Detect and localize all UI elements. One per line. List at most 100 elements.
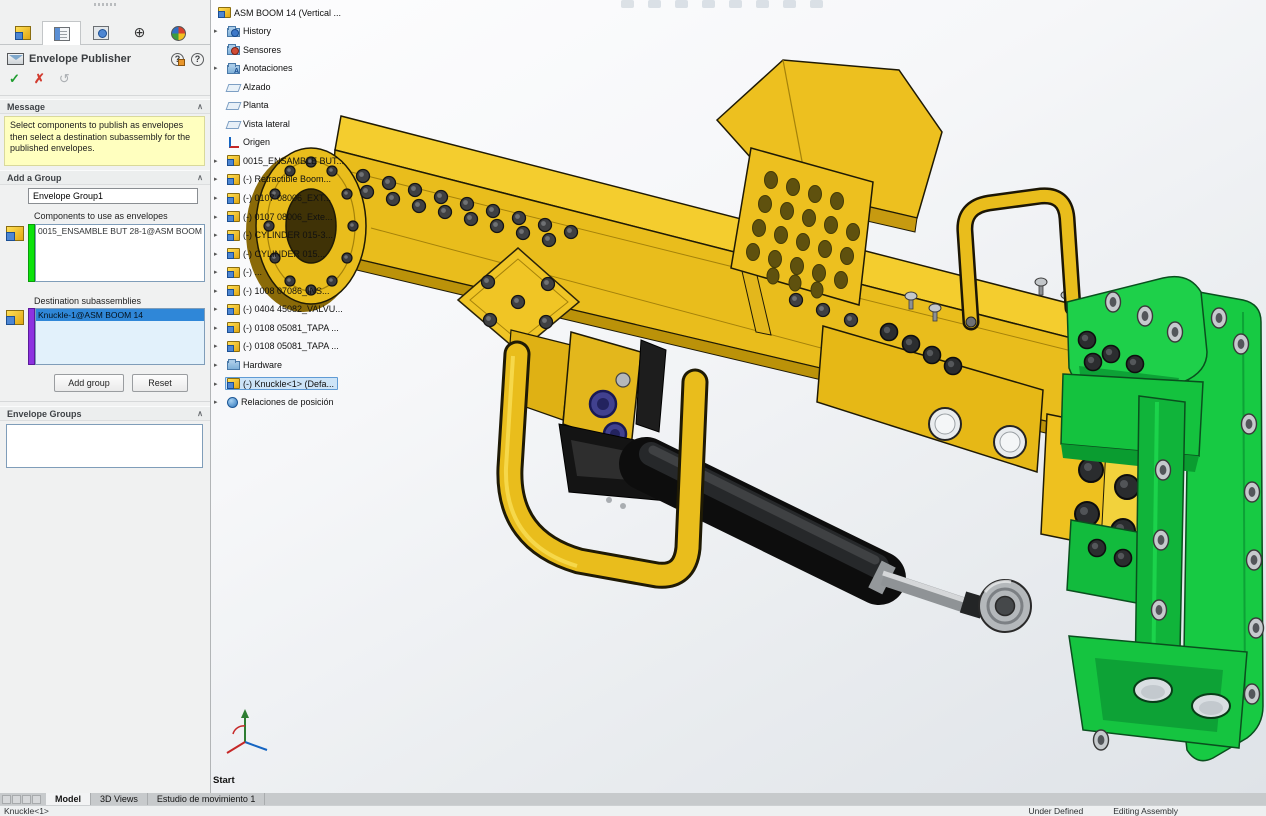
expand-arrow-icon[interactable]: ▸: [214, 380, 225, 388]
tree-item[interactable]: ▸ (-) Knuckle<1> (Defa...: [214, 375, 338, 392]
pm-title-row: Envelope Publisher ? ?: [7, 51, 204, 67]
message-box: Select components to publish as envelope…: [4, 116, 205, 166]
envelope-publisher-icon: [7, 53, 24, 65]
folder-icon: [227, 361, 240, 370]
expand-arrow-icon[interactable]: ▸: [214, 305, 225, 313]
assembly-icon: [227, 174, 240, 185]
assembly-icon: [227, 304, 240, 315]
tab-motion-study[interactable]: Estudio de movimiento 1: [148, 793, 266, 805]
dimxpertmanager-tab[interactable]: ⊕: [120, 21, 159, 44]
tree-item-label: (-) 0107 08006_EXT...: [243, 193, 331, 203]
tab-scroll-icon[interactable]: [32, 795, 41, 804]
list-item[interactable]: 0015_ENSAMBLE BUT 28-1@ASM BOOM 14: [36, 225, 204, 237]
assembly-icon: [227, 285, 240, 296]
envelope-groups-section-header[interactable]: Envelope Groups ∧: [0, 406, 210, 421]
assembly-icon: [227, 341, 240, 352]
assembly-icon: [227, 230, 240, 241]
assembly-icon: [6, 226, 24, 241]
tree-item-label: History: [243, 26, 271, 36]
tab-scroll-icon[interactable]: [22, 795, 31, 804]
expand-arrow-icon[interactable]: ▸: [214, 324, 225, 332]
tree-item[interactable]: ▸ (-) 0108 05081_TAPA ...: [214, 338, 343, 355]
add-group-section-header[interactable]: Add a Group ∧: [0, 170, 210, 185]
destination-label: Destination subassemblies: [34, 296, 141, 306]
reset-button[interactable]: Reset: [132, 374, 188, 392]
destination-listbox[interactable]: Knuckle-1@ASM BOOM 14: [35, 308, 205, 365]
expand-arrow-icon[interactable]: ▸: [214, 231, 225, 239]
plane-icon: [226, 84, 242, 92]
tree-item[interactable]: ▸Hardware: [214, 356, 286, 373]
collapse-chevron-icon[interactable]: ∧: [197, 102, 203, 111]
expand-arrow-icon[interactable]: ▸: [214, 213, 225, 221]
tree-item[interactable]: ▸(-) CYLINDER 015...: [214, 245, 329, 262]
assembly-icon: [227, 267, 240, 278]
collapse-chevron-icon[interactable]: ∧: [197, 173, 203, 182]
tree-item[interactable]: ▸ (-) 0107 08006_Exte...: [214, 208, 337, 225]
tree-item[interactable]: ▸0015_ENSAMBLE BUT...: [214, 152, 348, 169]
tree-item[interactable]: ▸(-) 0108 05081_TAPA ...: [214, 319, 343, 336]
tree-item-label: (-) Knuckle<1> (Defa...: [243, 379, 334, 389]
tab-3d-views[interactable]: 3D Views: [91, 793, 148, 805]
tree-item[interactable]: ASM BOOM 14 (Vertical ...: [214, 4, 345, 21]
tree-item[interactable]: ▸ (-) ...: [214, 264, 266, 281]
expand-arrow-icon[interactable]: ▸: [214, 157, 225, 165]
expand-arrow-icon[interactable]: ▸: [214, 361, 225, 369]
tree-item[interactable]: ▸(-) 0404 45082_VALVU...: [214, 301, 347, 318]
folder-sensors-icon: [227, 46, 240, 55]
manager-tab-strip: ⊕: [0, 21, 210, 45]
expand-arrow-icon[interactable]: ▸: [214, 268, 225, 276]
components-label: Components to use as envelopes: [34, 211, 168, 221]
add-group-button[interactable]: Add group: [54, 374, 124, 392]
assembly-icon: [227, 193, 240, 204]
expand-arrow-icon[interactable]: ▸: [214, 64, 225, 72]
expand-arrow-icon[interactable]: ▸: [214, 398, 225, 406]
tab-scroll-icon[interactable]: [12, 795, 21, 804]
tree-item-label: (-) 0107 08006_Exte...: [243, 212, 333, 222]
components-listbox[interactable]: 0015_ENSAMBLE BUT 28-1@ASM BOOM 14: [35, 224, 205, 282]
displaymanager-tab[interactable]: [159, 21, 198, 44]
assembly-icon: [227, 322, 240, 333]
pin-help-icon[interactable]: ?: [171, 53, 184, 66]
tree-item[interactable]: Origen: [214, 134, 274, 151]
expand-arrow-icon[interactable]: ▸: [214, 27, 225, 35]
configurationmanager-tab[interactable]: [81, 21, 120, 44]
expand-arrow-icon[interactable]: ▸: [214, 342, 225, 350]
tree-item[interactable]: ▸(-) 1008 07086_INS...: [214, 282, 334, 299]
ok-button[interactable]: ✓: [9, 71, 20, 87]
tree-item[interactable]: Planta: [214, 97, 273, 114]
tab-model[interactable]: Model: [46, 793, 91, 805]
tab-scroll-buttons[interactable]: [0, 793, 46, 805]
group-name-input[interactable]: [28, 188, 198, 204]
envelope-groups-listbox[interactable]: [6, 424, 203, 468]
tree-item[interactable]: ▸Anotaciones: [214, 60, 297, 77]
tree-item[interactable]: Sensores: [214, 41, 285, 58]
tree-item[interactable]: ▸ History: [214, 23, 275, 40]
tree-item[interactable]: ▸(-) CYLINDER 015-3...: [214, 227, 337, 244]
expand-arrow-icon[interactable]: ▸: [214, 175, 225, 183]
tree-item[interactable]: ▸(-) Retractible Boom...: [214, 171, 335, 188]
status-bar: Knuckle<1> Under Defined Editing Assembl…: [0, 805, 1266, 816]
help-icon[interactable]: ?: [191, 53, 204, 66]
expand-arrow-icon[interactable]: ▸: [214, 194, 225, 202]
panel-splitter-grip[interactable]: [94, 3, 118, 6]
featuremanager-tab[interactable]: [3, 21, 42, 44]
tree-item[interactable]: ▸Relaciones de posición: [214, 394, 338, 411]
property-manager-panel: ⊕ Envelope Publisher ? ? ✓ ✗ ↺ Message ∧…: [0, 0, 211, 793]
list-item-selected[interactable]: Knuckle-1@ASM BOOM 14: [36, 309, 204, 321]
expand-arrow-icon[interactable]: ▸: [214, 250, 225, 258]
tab-scroll-icon[interactable]: [2, 795, 11, 804]
tree-item[interactable]: Alzado: [214, 78, 275, 95]
viewport-3d[interactable]: [211, 0, 1266, 793]
tree-item-label: (-) 0108 05081_TAPA ...: [243, 341, 339, 351]
tree-item[interactable]: Vista lateral: [214, 115, 294, 132]
tree-item-label: (-) ...: [243, 267, 262, 277]
folder-annotations-icon: [227, 65, 240, 74]
propertymanager-tab[interactable]: [42, 21, 81, 45]
cancel-button[interactable]: ✗: [34, 71, 45, 87]
collapse-chevron-icon[interactable]: ∧: [197, 409, 203, 418]
boom-assembly-model[interactable]: [211, 0, 1266, 793]
message-section-header[interactable]: Message ∧: [0, 99, 210, 114]
expand-arrow-icon[interactable]: ▸: [214, 287, 225, 295]
tree-item[interactable]: ▸ (-) 0107 08006_EXT...: [214, 190, 335, 207]
undo-button[interactable]: ↺: [59, 71, 70, 87]
